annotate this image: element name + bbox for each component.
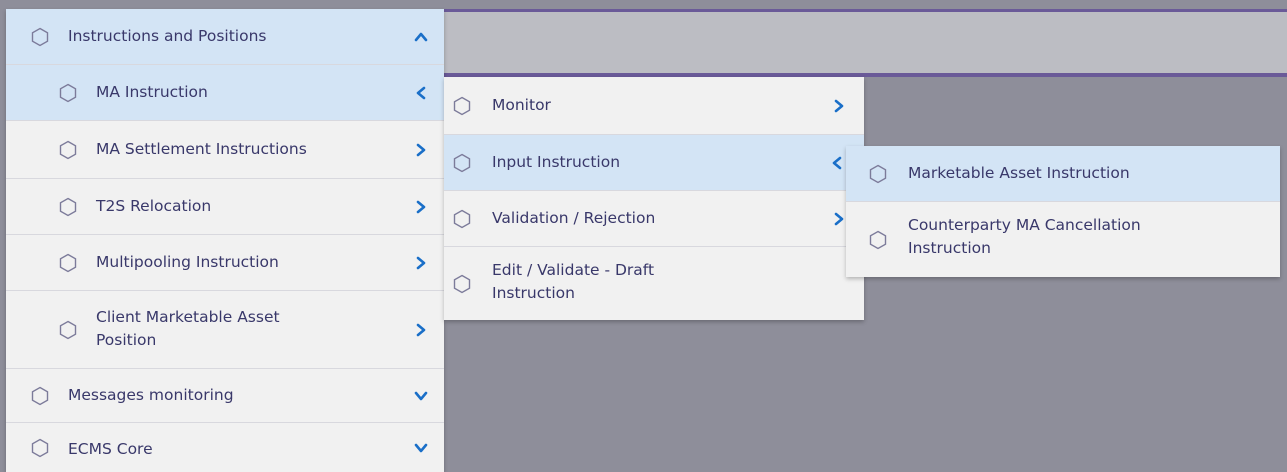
chevron-right-icon[interactable] [832,212,846,226]
flyout-item-marketable-asset-instruction[interactable]: Marketable Asset Instruction [846,146,1280,202]
menu-section-label: Instructions and Positions [68,27,267,45]
menu-item-label: MA Settlement Instructions [96,140,307,158]
top-header-bar [444,9,1287,77]
menu-item-multipooling-instruction[interactable]: Multipooling Instruction [6,235,444,291]
menu-section-instructions-and-positions[interactable]: Instructions and Positions [6,9,444,65]
submenu-item-input-instruction[interactable]: Input Instruction [444,135,864,191]
chevron-right-icon[interactable] [414,323,428,337]
submenu-item-label: Validation / Rejection [492,209,656,227]
hexagon-icon [58,83,78,103]
flyout-item-label: Counterparty MA Cancellation Instruction [908,216,1141,257]
hexagon-icon [30,27,50,47]
submenu-item-edit-validate-draft-instruction[interactable]: Edit / Validate - Draft Instruction [444,247,864,320]
menu-item-label: MA Instruction [96,83,208,101]
chevron-right-icon[interactable] [832,99,846,113]
hexagon-icon [452,274,472,294]
hexagon-icon [58,253,78,273]
flyout-panel: Marketable Asset Instruction Counterpart… [846,146,1280,277]
submenu-item-validation-rejection[interactable]: Validation / Rejection [444,191,864,247]
hexagon-icon [868,164,888,184]
menu-item-client-marketable-asset-position[interactable]: Client Marketable Asset Position [6,291,444,369]
chevron-left-icon[interactable] [414,86,428,100]
submenu-item-label: Edit / Validate - Draft Instruction [492,261,655,302]
chevron-down-icon[interactable] [414,389,428,403]
chevron-right-icon[interactable] [414,143,428,157]
chevron-right-icon[interactable] [414,256,428,270]
hexagon-icon [58,197,78,217]
chevron-left-icon[interactable] [830,156,844,170]
submenu-panel: Monitor Input Instruction Validation / R… [444,77,864,320]
menu-item-label: Client Marketable Asset Position [96,308,280,349]
hexagon-icon [868,230,888,250]
menu-item-ma-instruction[interactable]: MA Instruction [6,65,444,121]
menu-section-label: Messages monitoring [68,386,234,404]
hexagon-icon [30,386,50,406]
submenu-item-label: Input Instruction [492,153,621,171]
hexagon-icon [452,96,472,116]
flyout-item-counterparty-ma-cancellation-instruction[interactable]: Counterparty MA Cancellation Instruction [846,202,1280,277]
menu-section-messages-monitoring[interactable]: Messages monitoring [6,369,444,423]
menu-item-ma-settlement-instructions[interactable]: MA Settlement Instructions [6,121,444,179]
menu-section-label: ECMS Core [68,440,153,458]
menu-item-t2s-relocation[interactable]: T2S Relocation [6,179,444,235]
menu-item-label: Multipooling Instruction [96,253,279,271]
menu-item-label: T2S Relocation [96,197,212,215]
hexagon-icon [452,209,472,229]
flyout-item-label: Marketable Asset Instruction [908,164,1130,182]
hexagon-icon [58,320,78,340]
hexagon-icon [30,438,50,458]
chevron-up-icon[interactable] [414,30,428,44]
submenu-item-monitor[interactable]: Monitor [444,77,864,135]
menu-section-ecms-core[interactable]: ECMS Core [6,423,444,472]
chevron-down-icon[interactable] [414,441,428,455]
submenu-item-label: Monitor [492,96,551,114]
hexagon-icon [58,140,78,160]
chevron-right-icon[interactable] [414,200,428,214]
main-menu: Instructions and Positions MA Instructio… [6,9,444,472]
hexagon-icon [452,153,472,173]
